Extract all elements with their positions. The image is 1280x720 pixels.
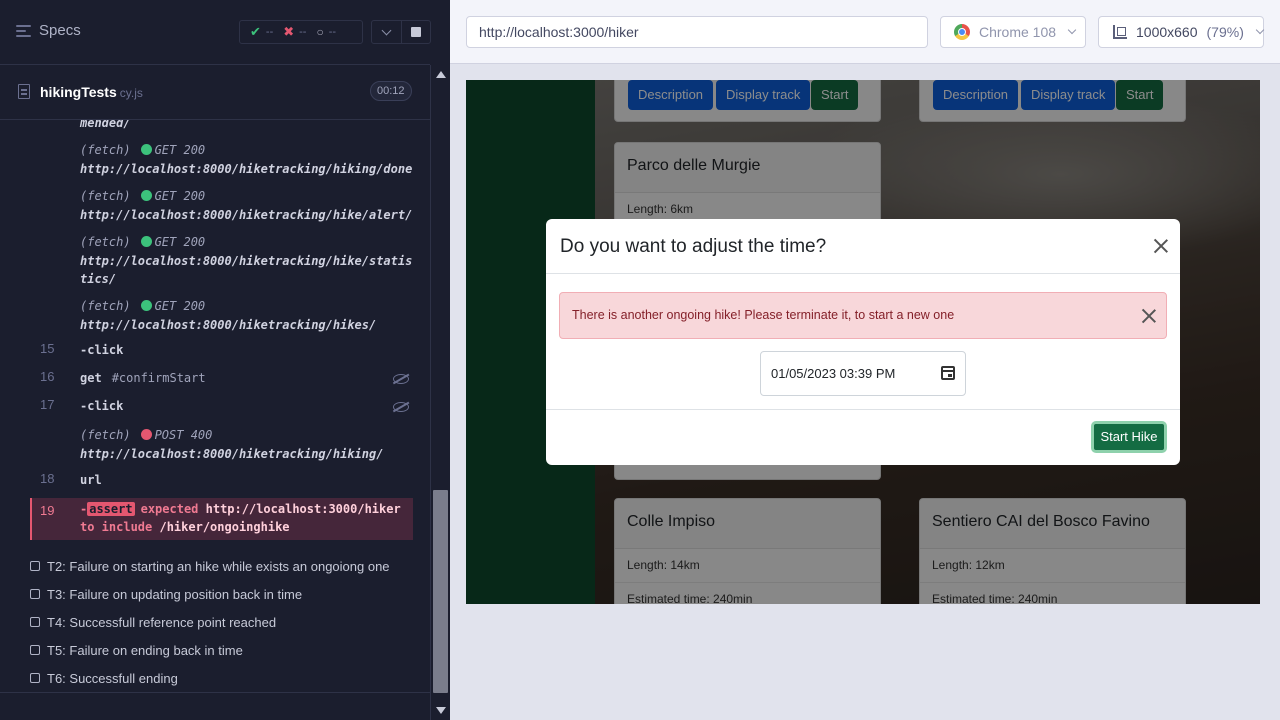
eye-slash-icon	[393, 402, 409, 412]
chrome-icon	[954, 24, 970, 40]
spec-name[interactable]: hikingTests cy.js	[40, 84, 143, 100]
reporter-scrollbar[interactable]	[430, 65, 450, 720]
scroll-down-arrow-icon[interactable]	[436, 707, 446, 714]
cross-icon: ✖	[283, 24, 295, 39]
passed-stat: ✔ --	[250, 24, 274, 39]
stop-button[interactable]	[402, 21, 431, 43]
test-pending-icon	[30, 589, 40, 599]
viewport-info[interactable]: 1000x660 (79%)	[1098, 16, 1265, 48]
aut-url-field[interactable]: http://localhost:3000/hiker	[466, 16, 928, 48]
collapse-button[interactable]	[372, 21, 402, 43]
close-icon[interactable]	[1154, 239, 1168, 253]
spec-title-row: hikingTests cy.js 00:12	[0, 65, 430, 120]
scroll-thumb[interactable]	[433, 490, 448, 693]
modal-backdrop[interactable]: Do you want to adjust the time? There is…	[466, 80, 1260, 604]
test-stats: ✔ -- ✖ -- ○ --	[239, 20, 363, 44]
status-ok-icon	[140, 236, 152, 247]
run-controls	[371, 20, 431, 44]
test-list: T2: Failure on starting an hike while ex…	[0, 552, 430, 692]
close-icon[interactable]	[1142, 309, 1156, 323]
app-under-test: Description Display track Start Descript…	[466, 80, 1260, 604]
status-error-icon	[140, 429, 152, 440]
document-icon	[18, 84, 30, 99]
chevron-down-icon	[1067, 25, 1077, 35]
test-item[interactable]: T5: Failure on ending back in time	[0, 636, 430, 664]
chevron-down-icon	[381, 25, 392, 35]
ruler-icon	[1113, 25, 1127, 39]
eye-slash-icon	[393, 374, 409, 384]
log-line-truncated: mended/	[80, 120, 131, 130]
log-fetch-entry[interactable]: (fetch) GET 200 http://localhost:8000/hik…	[30, 297, 413, 335]
pending-stat: ○ --	[316, 25, 337, 39]
spec-extension: cy.js	[119, 86, 143, 100]
specs-button[interactable]: Specs	[16, 22, 81, 39]
status-ok-icon	[140, 300, 152, 311]
test-pending-icon	[30, 673, 40, 683]
browser-selector[interactable]: Chrome 108	[940, 16, 1086, 48]
check-icon: ✔	[250, 24, 261, 39]
spinner-icon: ○	[316, 25, 324, 39]
reporter-header: Specs ✔ -- ✖ -- ○ --	[0, 0, 431, 65]
log-command-get[interactable]: 16 get #confirmStart	[30, 369, 413, 389]
test-item[interactable]: T3: Failure on updating position back in…	[0, 580, 430, 608]
reporter-panel: Specs ✔ -- ✖ -- ○ -- hikingTests cy.js 00:12…	[0, 0, 450, 720]
command-log: mended/ (fetch) GET 200 http://localhost:…	[0, 120, 430, 540]
test-pending-icon	[30, 561, 40, 571]
alert-message: There is another ongoing hike! Please te…	[572, 308, 955, 322]
menu-icon	[16, 24, 31, 37]
modal-title: Do you want to adjust the time?	[560, 236, 827, 257]
chevron-down-icon	[1255, 25, 1265, 35]
stop-icon	[410, 27, 421, 37]
log-fetch-entry[interactable]: (fetch) GET 200 http://localhost:8000/hik…	[30, 141, 413, 179]
error-alert: There is another ongoing hike! Please te…	[559, 292, 1167, 339]
datetime-input[interactable]: 01/05/2023 03:39 PM	[760, 351, 966, 396]
adjust-time-modal: Do you want to adjust the time? There is…	[546, 219, 1180, 465]
aut-toolbar: http://localhost:3000/hiker Chrome 108 1…	[450, 0, 1280, 64]
status-ok-icon	[140, 190, 152, 201]
status-ok-icon	[140, 144, 152, 155]
log-command-click[interactable]: 17 -click	[30, 397, 413, 417]
assert-badge: assert	[87, 502, 135, 516]
scroll-up-arrow-icon[interactable]	[436, 71, 446, 78]
specs-label: Specs	[39, 22, 81, 39]
test-pending-icon	[30, 645, 40, 655]
spec-duration: 00:12	[370, 81, 412, 101]
test-item[interactable]: T2: Failure on starting an hike while ex…	[0, 552, 430, 580]
test-item[interactable]: T4: Successfull reference point reached	[0, 608, 430, 636]
log-command-click[interactable]: 15 -click	[30, 341, 413, 361]
test-pending-icon	[30, 617, 40, 627]
divider	[546, 409, 1180, 410]
calendar-icon[interactable]	[941, 366, 955, 380]
log-fetch-entry[interactable]: (fetch) GET 200 http://localhost:8000/hik…	[30, 187, 413, 225]
log-command-url[interactable]: 18 url	[30, 471, 413, 491]
log-fetch-entry-failed[interactable]: (fetch) POST 400 http://localhost:8000/hi…	[30, 426, 413, 464]
failed-assertion[interactable]: 19 - assert expected http://localhost:3000…	[30, 498, 413, 540]
start-hike-button[interactable]: Start Hike	[1091, 421, 1167, 453]
failed-stat: ✖ --	[283, 24, 307, 39]
log-fetch-entry[interactable]: (fetch) GET 200 http://localhost:8000/hik…	[30, 233, 413, 289]
divider	[0, 692, 430, 693]
test-item[interactable]: T6: Successfull ending	[0, 664, 430, 692]
divider	[546, 273, 1180, 274]
datetime-value: 01/05/2023 03:39 PM	[771, 366, 896, 381]
